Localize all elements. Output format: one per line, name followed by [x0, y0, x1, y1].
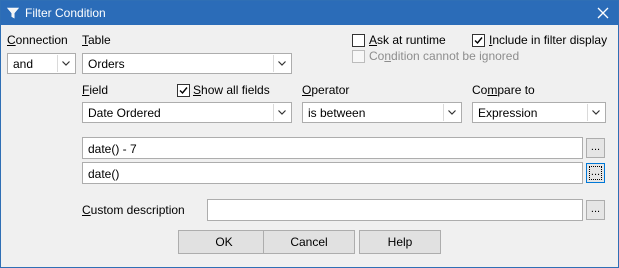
- chevron-down-icon: [62, 61, 70, 66]
- table-label: Table: [82, 33, 111, 47]
- connection-select[interactable]: and: [7, 53, 76, 74]
- field-label: Field: [82, 83, 109, 97]
- filter-condition-dialog: Filter Condition Connection and Table Or…: [0, 0, 619, 268]
- compare-to-dropdown-button[interactable]: [587, 104, 604, 121]
- field-dropdown-button[interactable]: [273, 104, 290, 121]
- window-title: Filter Condition: [25, 6, 106, 20]
- chevron-down-icon: [448, 110, 456, 115]
- show-all-fields-label[interactable]: Show all fields: [193, 83, 270, 97]
- condition-cannot-be-ignored-checkbox: [352, 50, 365, 63]
- chevron-down-icon: [592, 110, 600, 115]
- condition-cannot-be-ignored-label: Condition cannot be ignored: [369, 49, 520, 63]
- ask-at-runtime-checkbox[interactable]: [352, 34, 365, 47]
- ok-button[interactable]: OK: [178, 230, 270, 254]
- compare-to-label: Compare to: [472, 83, 535, 97]
- custom-description-input[interactable]: [207, 199, 583, 221]
- close-button[interactable]: [594, 4, 612, 22]
- help-button[interactable]: Help: [359, 230, 441, 254]
- expression1-builder-button[interactable]: ...: [586, 138, 605, 158]
- table-select[interactable]: Orders: [82, 53, 292, 74]
- operator-label: Operator: [302, 83, 350, 97]
- operator-value: is between: [308, 106, 366, 120]
- operator-select[interactable]: is between: [302, 102, 462, 123]
- checkmark-icon: [179, 87, 188, 95]
- expression1-input[interactable]: date() - 7: [82, 137, 583, 159]
- expression2-input[interactable]: date(): [82, 162, 583, 184]
- compare-to-select[interactable]: Expression: [472, 102, 606, 123]
- field-value: Date Ordered: [88, 106, 161, 120]
- title-bar[interactable]: Filter Condition: [1, 1, 618, 25]
- compare-to-value: Expression: [478, 106, 538, 120]
- custom-description-label: Custom description: [82, 203, 185, 217]
- connection-label: Connection: [7, 33, 68, 47]
- table-dropdown-button[interactable]: [273, 55, 290, 72]
- operator-dropdown-button[interactable]: [443, 104, 460, 121]
- close-icon: [597, 7, 609, 19]
- include-in-filter-display-checkbox[interactable]: [472, 34, 485, 47]
- show-all-fields-checkbox[interactable]: [177, 84, 190, 97]
- chevron-down-icon: [278, 61, 286, 66]
- custom-description-builder-button[interactable]: ...: [586, 200, 605, 220]
- ask-at-runtime-label[interactable]: Ask at runtime: [369, 33, 446, 47]
- table-value: Orders: [88, 57, 125, 71]
- expression2-builder-button[interactable]: ...: [586, 163, 605, 183]
- chevron-down-icon: [278, 110, 286, 115]
- connection-value: and: [13, 57, 34, 71]
- connection-dropdown-button[interactable]: [57, 55, 74, 72]
- include-in-filter-display-label[interactable]: Include in filter display: [489, 33, 607, 47]
- filter-funnel-icon: [6, 7, 20, 19]
- field-select[interactable]: Date Ordered: [82, 102, 292, 123]
- cancel-button[interactable]: Cancel: [263, 230, 355, 254]
- checkmark-icon: [474, 37, 483, 45]
